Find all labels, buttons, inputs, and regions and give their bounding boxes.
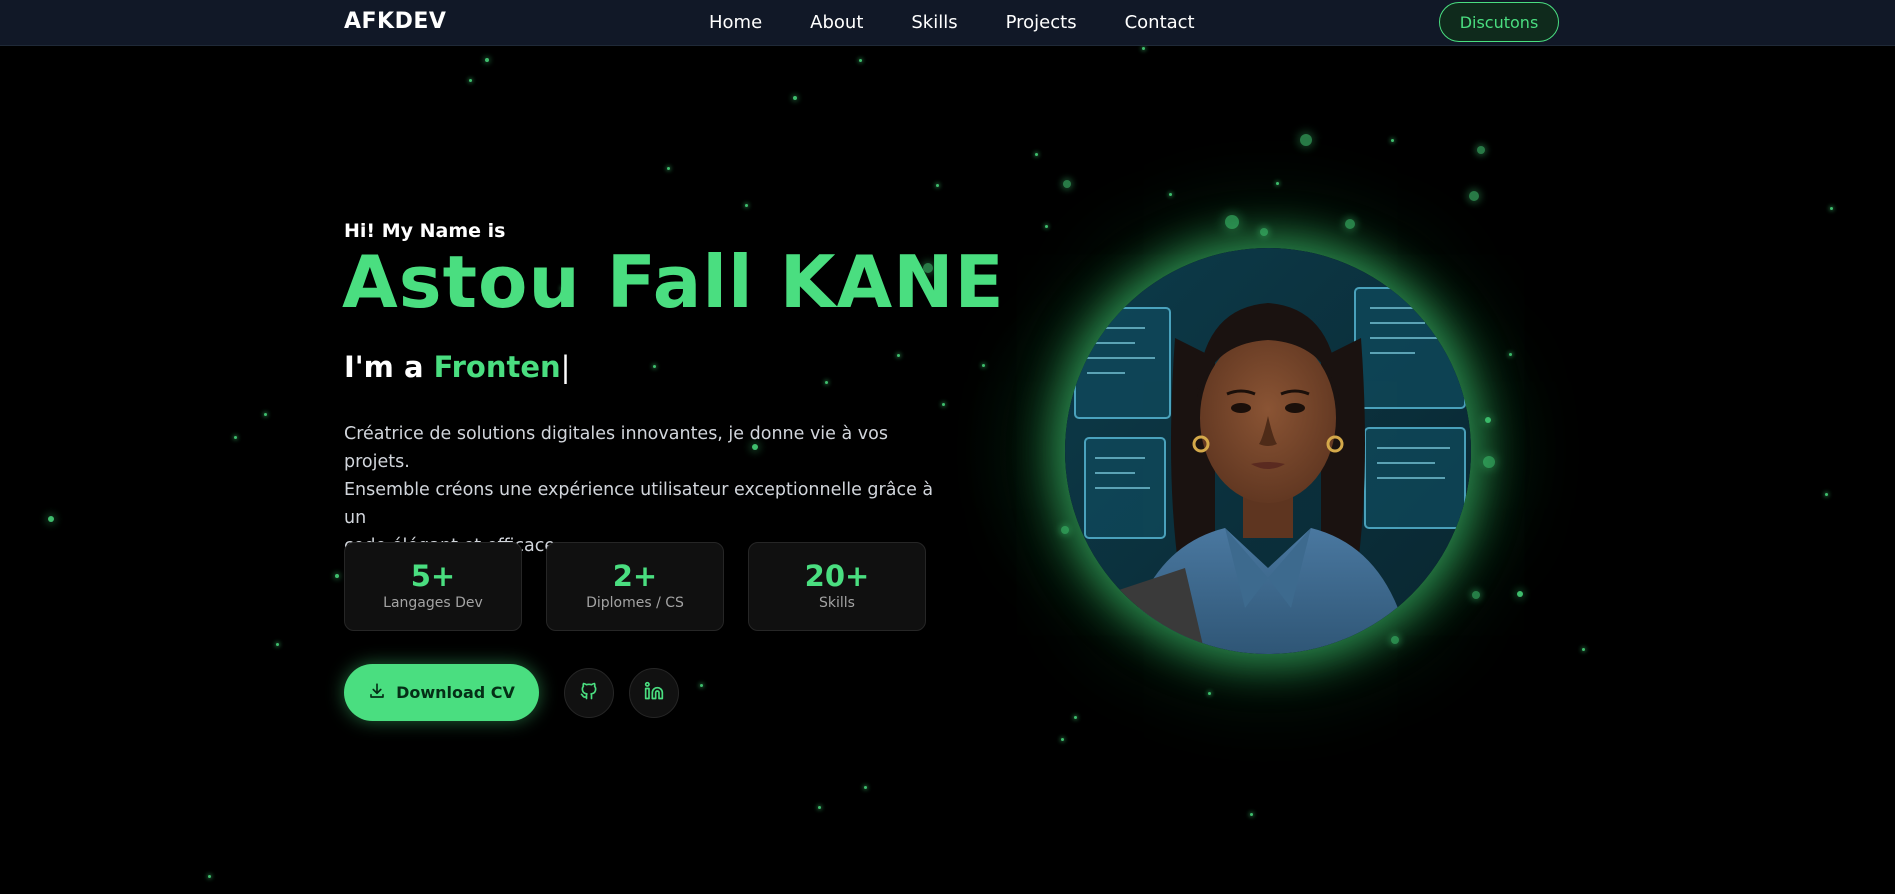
particle-dot — [858, 58, 862, 62]
stat-card-diplomas: 2+ Diplomes / CS — [546, 542, 724, 631]
description-line: Créatrice de solutions digitales innovan… — [344, 424, 888, 472]
linkedin-icon — [644, 681, 664, 705]
linkedin-button[interactable] — [629, 667, 679, 718]
particle-dot — [1824, 492, 1828, 496]
particle-dot — [1300, 134, 1312, 146]
particle-dot — [1034, 152, 1038, 156]
page: AFKDEV Home About Skills Projects Contac… — [0, 0, 1895, 894]
particle-dot — [1060, 737, 1064, 741]
greeting-text: Hi! My Name is — [344, 220, 506, 242]
particle-dot — [1073, 715, 1077, 719]
stat-value: 5+ — [410, 559, 456, 593]
particle-dot — [275, 642, 279, 646]
particle-dot — [1044, 224, 1048, 228]
particle-dot — [941, 402, 945, 406]
portrait-illustration — [1065, 248, 1471, 654]
stat-label: Langages Dev — [383, 595, 483, 611]
particle-dot — [1829, 206, 1833, 210]
particle-dot — [1063, 180, 1071, 188]
navbar: AFKDEV Home About Skills Projects Contac… — [0, 0, 1895, 46]
particle-dot — [1469, 191, 1479, 201]
description-line: Ensemble créons une expérience utilisate… — [344, 480, 934, 528]
particle-dot — [263, 412, 267, 416]
particle-dot — [652, 364, 656, 368]
particle-dot — [699, 683, 703, 687]
download-cv-button[interactable]: Download CV — [344, 664, 539, 721]
role-prefix: I'm a — [344, 350, 434, 384]
particle-dot — [1168, 192, 1172, 196]
nav-link-about[interactable]: About — [810, 12, 863, 33]
stat-value: 2+ — [612, 559, 658, 593]
particle-dot — [666, 166, 670, 170]
particle-dot — [817, 805, 821, 809]
hero-name: Astou Fall KANE — [342, 240, 1005, 324]
stat-card-skills: 20+ Skills — [748, 542, 926, 631]
download-icon — [368, 682, 386, 704]
stats-row: 5+ Langages Dev 2+ Diplomes / CS 20+ Ski… — [344, 542, 926, 631]
particle-dot — [1249, 812, 1253, 816]
particle-dot — [485, 58, 489, 62]
nav-link-skills[interactable]: Skills — [911, 12, 957, 33]
github-button[interactable] — [564, 667, 614, 718]
profile-portrait — [1065, 248, 1471, 654]
particle-dot — [793, 96, 797, 100]
particle-dot — [824, 380, 828, 384]
hero-actions: Download CV — [344, 664, 679, 721]
discutons-button[interactable]: Discutons — [1439, 2, 1559, 42]
particle-background — [0, 0, 1895, 894]
particle-dot — [744, 203, 748, 207]
stat-value: 20+ — [804, 559, 870, 593]
role-typed-text: Fronten — [433, 350, 561, 384]
nav-link-contact[interactable]: Contact — [1125, 12, 1195, 33]
particle-dot — [935, 183, 939, 187]
particle-dot — [1477, 146, 1485, 154]
stat-card-languages: 5+ Langages Dev — [344, 542, 522, 631]
role-line: I'm a Fronten| — [344, 350, 570, 384]
hero-description: Créatrice de solutions digitales innovan… — [344, 420, 944, 560]
particle-dot — [207, 874, 211, 878]
particle-dot — [468, 78, 472, 82]
particle-dot — [1390, 138, 1394, 142]
stat-label: Skills — [819, 595, 855, 611]
github-icon — [579, 681, 599, 705]
particle-dot — [896, 353, 900, 357]
particle-dot — [1581, 647, 1585, 651]
particle-dot — [335, 574, 339, 578]
stat-label: Diplomes / CS — [586, 595, 684, 611]
nav-links: Home About Skills Projects Contact — [709, 12, 1243, 33]
nav-link-projects[interactable]: Projects — [1006, 12, 1077, 33]
particle-dot — [863, 785, 867, 789]
typing-cursor: | — [560, 350, 571, 384]
download-cv-label: Download CV — [396, 683, 515, 702]
particle-dot — [48, 516, 54, 522]
nav-link-home[interactable]: Home — [709, 12, 762, 33]
particle-dot — [1517, 591, 1523, 597]
particle-dot — [1141, 46, 1145, 50]
particle-dot — [1275, 181, 1279, 185]
particle-dot — [233, 435, 237, 439]
brand-logo[interactable]: AFKDEV — [344, 9, 446, 34]
